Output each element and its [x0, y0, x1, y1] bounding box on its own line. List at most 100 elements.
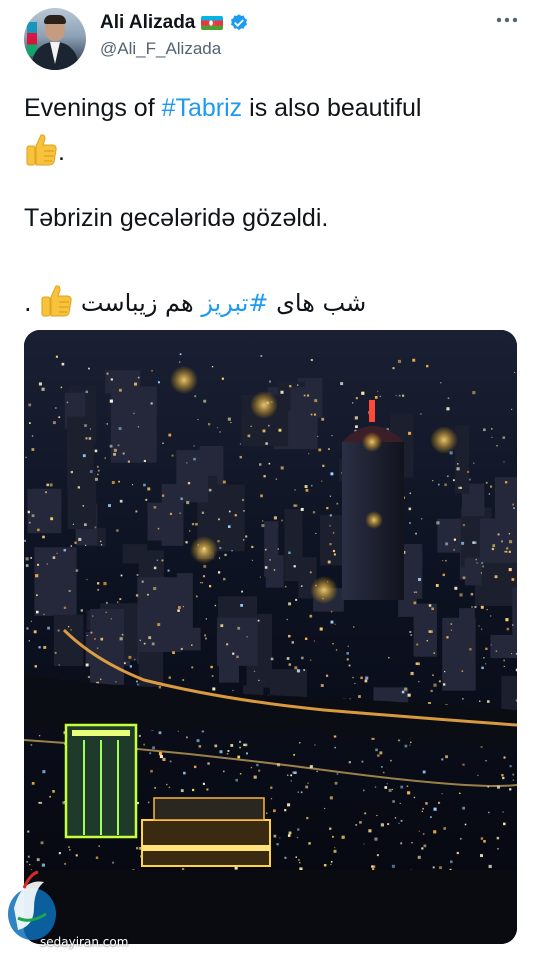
city-light	[264, 548, 267, 551]
city-light	[387, 823, 390, 825]
author-handle[interactable]: @Ali_F_Alizada	[100, 39, 221, 59]
city-light	[70, 545, 73, 547]
tweet-photo-tabriz-night[interactable]	[24, 330, 517, 944]
city-light	[454, 586, 458, 590]
city-light	[27, 510, 30, 514]
city-light	[450, 629, 453, 631]
city-light	[284, 809, 287, 812]
city-light	[86, 579, 88, 581]
city-light	[269, 380, 271, 383]
city-light	[447, 475, 449, 477]
city-light	[204, 634, 207, 637]
city-light	[265, 812, 268, 814]
hashtag-link-tabriz-persian[interactable]: #تبریز	[201, 289, 268, 317]
city-light	[162, 757, 166, 761]
city-light	[406, 785, 409, 787]
hashtag-link-tabriz[interactable]: #Tabriz	[162, 94, 243, 122]
city-light	[306, 394, 310, 397]
city-light	[88, 367, 90, 370]
city-light	[277, 548, 279, 550]
city-light	[245, 752, 248, 755]
city-light	[303, 669, 306, 671]
city-light	[334, 781, 338, 785]
city-light	[409, 630, 412, 633]
city-light	[506, 627, 510, 631]
city-light	[222, 770, 225, 773]
city-light	[232, 689, 234, 692]
city-light	[340, 382, 344, 386]
city-light	[137, 426, 139, 428]
city-light	[458, 486, 461, 489]
city-light	[143, 483, 146, 487]
city-light	[404, 687, 408, 691]
city-light	[137, 376, 140, 379]
city-light	[408, 431, 412, 435]
city-light	[413, 601, 417, 605]
tweet-text: Evenings of	[24, 94, 162, 122]
city-light	[307, 782, 309, 784]
city-light	[416, 643, 419, 646]
city-light	[94, 526, 97, 529]
more-options-icon[interactable]	[494, 10, 520, 30]
city-light	[382, 771, 385, 774]
city-light	[321, 417, 325, 421]
city-light	[400, 842, 403, 845]
city-light	[352, 676, 354, 679]
persian-text: هم زیباست	[80, 289, 202, 317]
city-light	[467, 470, 470, 473]
city-light	[179, 512, 181, 514]
city-light	[196, 739, 200, 743]
city-light	[332, 643, 334, 645]
city-light	[418, 681, 420, 683]
city-light	[480, 605, 484, 609]
city-light	[60, 386, 63, 389]
city-light	[462, 806, 465, 810]
city-light	[136, 574, 139, 576]
city-light	[191, 788, 195, 792]
author-name-row: Ali Alizada	[100, 12, 249, 34]
city-light	[456, 467, 460, 471]
city-light	[34, 665, 37, 668]
city-light	[310, 484, 313, 487]
author-display-name[interactable]: Ali Alizada	[100, 12, 195, 34]
city-light	[347, 645, 349, 647]
city-light	[70, 470, 74, 474]
city-light	[388, 788, 392, 792]
city-light	[306, 816, 309, 820]
city-light	[118, 480, 120, 483]
city-light	[346, 652, 349, 655]
city-light	[262, 520, 264, 522]
city-light	[491, 428, 493, 430]
city-light	[374, 837, 378, 841]
city-light	[459, 837, 462, 840]
city-light	[293, 753, 296, 756]
city-light	[57, 629, 60, 632]
city-light	[361, 760, 364, 763]
city-light	[235, 778, 238, 782]
city-light	[218, 557, 221, 559]
city-light	[300, 507, 304, 511]
city-light	[469, 648, 472, 651]
city-light	[334, 847, 336, 849]
city-light	[150, 769, 153, 773]
city-light	[145, 498, 148, 501]
city-light	[185, 541, 188, 544]
city-light	[286, 618, 288, 621]
tweet-text: is also beautiful	[242, 94, 422, 122]
city-light	[433, 830, 437, 834]
city-light	[331, 435, 333, 437]
city-light	[241, 590, 243, 593]
city-light	[432, 480, 434, 482]
city-light	[392, 367, 395, 370]
city-building	[105, 370, 141, 394]
city-light	[33, 630, 37, 634]
city-light	[444, 670, 446, 673]
city-light	[260, 494, 263, 498]
city-light	[230, 744, 234, 747]
city-light	[38, 382, 42, 386]
avatar[interactable]	[24, 8, 86, 70]
city-light	[98, 845, 101, 847]
city-light	[273, 569, 276, 571]
city-light	[410, 634, 413, 636]
city-light	[488, 493, 491, 495]
